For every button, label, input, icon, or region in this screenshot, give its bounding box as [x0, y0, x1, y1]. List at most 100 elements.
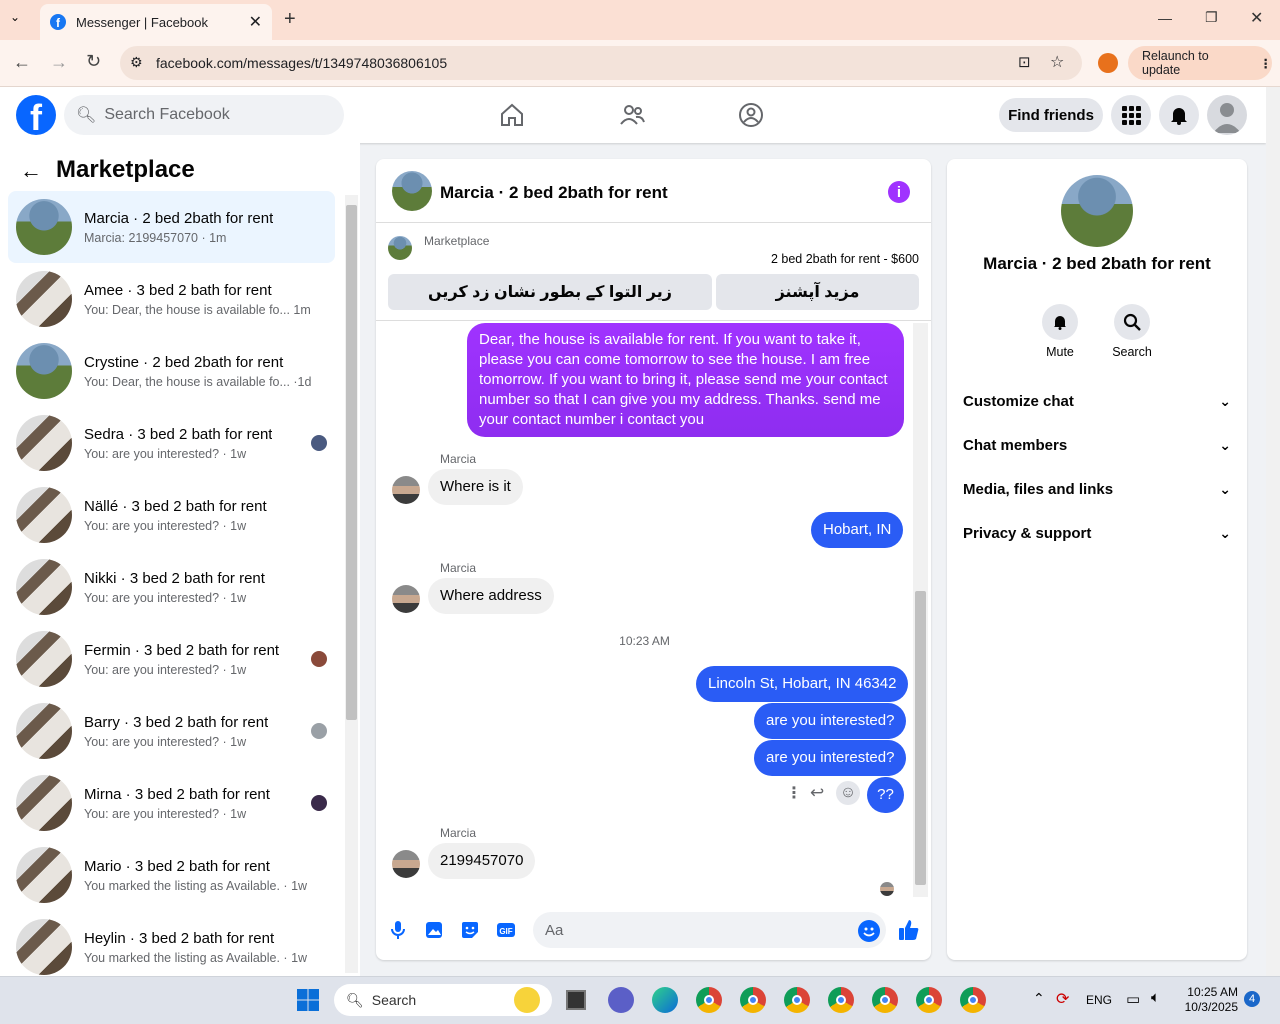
- groups-icon[interactable]: [737, 101, 765, 129]
- address-bar[interactable]: ⚙ facebook.com/messages/t/13497480368061…: [120, 46, 1082, 80]
- profile-name[interactable]: Marcia · 2 bed 2bath for rent: [947, 254, 1247, 274]
- more-options-button[interactable]: مزید آپشنز: [716, 274, 919, 310]
- message-out[interactable]: Dear, the house is available for rent. I…: [467, 323, 904, 437]
- emoji-icon[interactable]: [858, 920, 880, 942]
- mute-bell-icon[interactable]: [1042, 304, 1078, 340]
- clock[interactable]: 10:25 AM 10/3/2025: [1176, 985, 1238, 1015]
- browser-tab[interactable]: f Messenger | Facebook ✕: [40, 4, 272, 40]
- chrome-icon[interactable]: [740, 987, 766, 1013]
- info-section-row[interactable]: Privacy & support ⌄: [963, 518, 1231, 548]
- relaunch-button[interactable]: Relaunch to update ⋮: [1128, 46, 1272, 80]
- sync-icon[interactable]: ⟳: [1056, 989, 1069, 1009]
- menu-grid-icon[interactable]: [1111, 95, 1151, 135]
- message-input[interactable]: Aa: [533, 912, 886, 948]
- taskbar-search[interactable]: 🔍︎ Search: [334, 984, 552, 1016]
- chrome-icon[interactable]: [960, 987, 986, 1013]
- reload-icon[interactable]: ↻: [86, 51, 101, 72]
- info-section-row[interactable]: Media, files and links ⌄: [963, 474, 1231, 504]
- listing-thumbnail[interactable]: [388, 236, 412, 260]
- chrome-icon[interactable]: [828, 987, 854, 1013]
- chrome-icon[interactable]: [916, 987, 942, 1013]
- notifications-bell-icon[interactable]: [1159, 95, 1199, 135]
- message-in[interactable]: 2199457070: [428, 843, 536, 879]
- search-in-chat-icon[interactable]: [1114, 304, 1150, 340]
- back-arrow-icon[interactable]: ←: [20, 158, 42, 184]
- tray-chevron-icon[interactable]: ⌃: [1033, 990, 1045, 1007]
- conversation-item[interactable]: Sedra · 3 bed 2 bath for rent You: are yo…: [8, 407, 335, 479]
- info-icon[interactable]: i: [888, 181, 910, 203]
- conversation-item[interactable]: Nikki · 3 bed 2 bath for rent You: are yo…: [8, 551, 335, 623]
- task-view-icon[interactable]: [566, 990, 586, 1010]
- page-scrollbar[interactable]: [1266, 87, 1280, 976]
- message-out[interactable]: Lincoln St, Hobart, IN 46342: [696, 666, 909, 702]
- conversation-item[interactable]: Nällé · 3 bed 2 bath for rent You: are yo…: [8, 479, 335, 551]
- chrome-icon[interactable]: [784, 987, 810, 1013]
- reply-icon[interactable]: ↩: [810, 783, 824, 803]
- chrome-icon[interactable]: [872, 987, 898, 1013]
- chrome-icon[interactable]: [696, 987, 722, 1013]
- conversation-item[interactable]: Mirna · 3 bed 2 bath for rent You: are yo…: [8, 767, 335, 839]
- list-scroll-thumb[interactable]: [346, 205, 357, 720]
- message-out[interactable]: Hobart, IN: [811, 512, 904, 548]
- list-scrollbar[interactable]: [345, 195, 358, 973]
- tab-list-chevron-icon[interactable]: ⌄: [10, 10, 20, 24]
- install-app-icon[interactable]: ⊡: [1018, 53, 1031, 71]
- profile-avatar[interactable]: [1061, 175, 1133, 247]
- conversation-item[interactable]: Marcia · 2 bed 2bath for rent Marcia: 219…: [8, 191, 335, 263]
- teams-icon[interactable]: [608, 987, 634, 1013]
- find-friends-button[interactable]: Find friends: [999, 98, 1103, 132]
- conversation-item[interactable]: Fermin · 3 bed 2 bath for rent You: are y…: [8, 623, 335, 695]
- windows-start-icon[interactable]: [296, 988, 320, 1012]
- conversation-item[interactable]: Mario · 3 bed 2 bath for rent You marked …: [8, 839, 335, 911]
- conversation-preview: You: are you interested? · 1w: [84, 734, 247, 749]
- volume-icon[interactable]: 🔈︎: [1151, 989, 1160, 1006]
- more-actions-icon[interactable]: ⋮: [786, 783, 802, 803]
- profile-avatar-icon[interactable]: [1098, 53, 1118, 73]
- chat-scroll-thumb[interactable]: [915, 591, 926, 885]
- react-emoji-icon[interactable]: ☺: [836, 781, 860, 805]
- message-out[interactable]: are you interested?: [754, 703, 907, 739]
- edge-icon[interactable]: [652, 987, 678, 1013]
- window-close-icon[interactable]: ✕: [1250, 8, 1263, 28]
- restore-icon[interactable]: ❐: [1205, 9, 1218, 26]
- conversation-item[interactable]: Crystine · 2 bed 2bath for rent You: Dear…: [8, 335, 335, 407]
- message-in[interactable]: Where address: [428, 578, 554, 614]
- home-icon[interactable]: [498, 101, 526, 129]
- back-icon[interactable]: ←: [13, 52, 31, 73]
- message-out[interactable]: ??: [867, 777, 904, 813]
- forward-icon[interactable]: →: [50, 52, 68, 73]
- info-section-row[interactable]: Chat members ⌄: [963, 430, 1231, 460]
- sticker-icon[interactable]: [460, 920, 480, 940]
- minimize-icon[interactable]: —: [1158, 10, 1172, 26]
- chat-title[interactable]: Marcia · 2 bed 2bath for rent: [440, 183, 668, 203]
- site-info-icon[interactable]: ⚙: [130, 54, 143, 71]
- friends-icon[interactable]: [618, 101, 646, 129]
- notification-badge[interactable]: 4: [1244, 991, 1260, 1007]
- sender-avatar[interactable]: [392, 476, 420, 504]
- chat-avatar[interactable]: [392, 171, 432, 211]
- photo-icon[interactable]: [424, 920, 444, 940]
- conversation-item[interactable]: Heylin · 3 bed 2 bath for rent You marked…: [8, 911, 335, 983]
- sender-avatar[interactable]: [392, 585, 420, 613]
- language-indicator[interactable]: ENG: [1086, 993, 1112, 1007]
- info-section-row[interactable]: Customize chat ⌄: [963, 386, 1231, 416]
- search-facebook-input[interactable]: 🔍︎ Search Facebook: [64, 95, 344, 135]
- message-in[interactable]: Where is it: [428, 469, 523, 505]
- conversation-item[interactable]: Amee · 3 bed 2 bath for rent You: Dear, t…: [8, 263, 335, 335]
- sender-avatar[interactable]: [392, 850, 420, 878]
- mark-pending-button[interactable]: زیر التوا کے بطور نشان زد کریں: [388, 274, 712, 310]
- close-tab-icon[interactable]: ✕: [249, 12, 262, 32]
- account-avatar-icon[interactable]: [1207, 95, 1247, 135]
- like-thumb-icon[interactable]: [897, 918, 921, 942]
- network-icon[interactable]: ▭: [1126, 990, 1140, 1008]
- facebook-logo-icon[interactable]: f: [16, 95, 56, 135]
- microphone-icon[interactable]: [388, 920, 408, 940]
- menu-dots-icon[interactable]: ⋮: [1260, 56, 1273, 71]
- message-out[interactable]: are you interested?: [754, 740, 907, 776]
- new-tab-icon[interactable]: +: [284, 8, 296, 31]
- timestamp: 10:23 AM: [619, 634, 670, 648]
- chat-scrollbar[interactable]: [913, 323, 928, 897]
- conversation-item[interactable]: Barry · 3 bed 2 bath for rent You: are yo…: [8, 695, 335, 767]
- bookmark-star-icon[interactable]: ☆: [1050, 52, 1064, 72]
- gif-icon[interactable]: GIF: [496, 920, 516, 940]
